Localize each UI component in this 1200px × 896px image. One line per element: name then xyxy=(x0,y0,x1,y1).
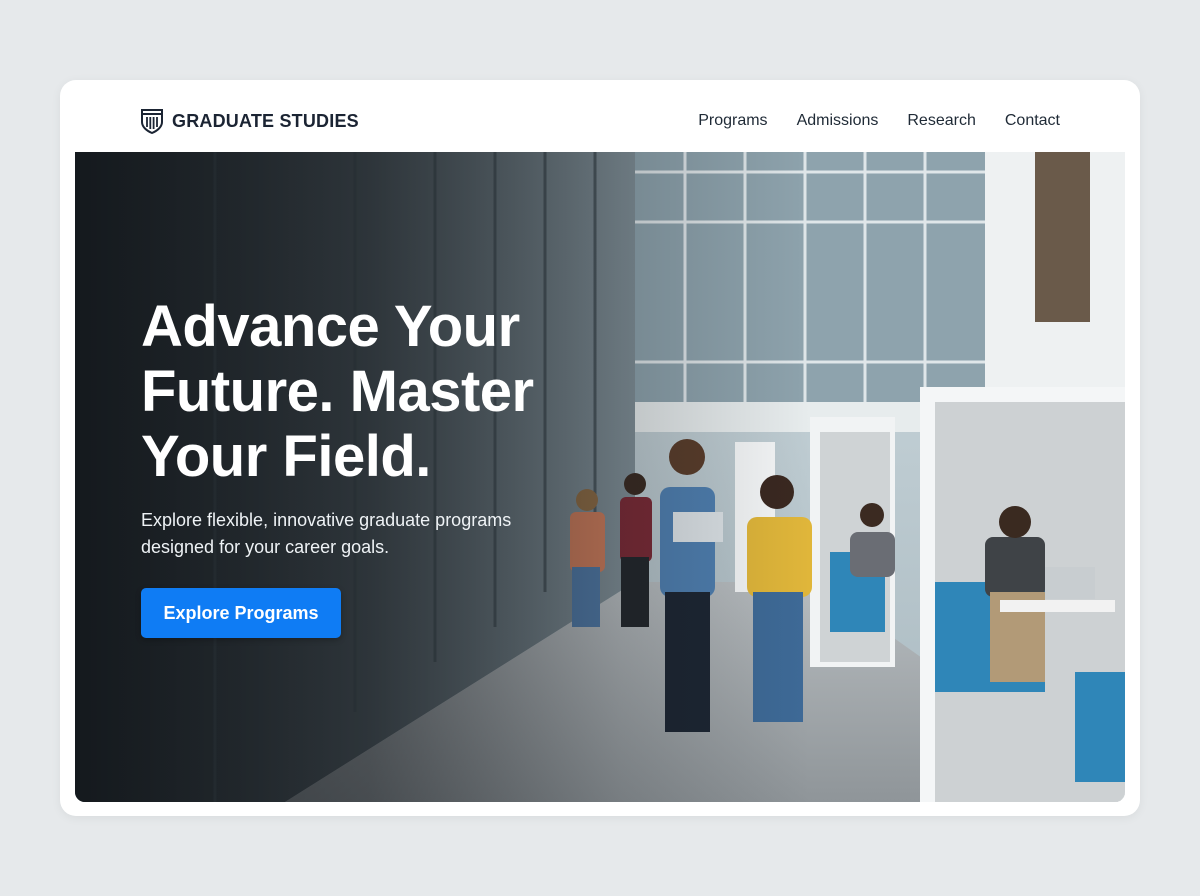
nav-item-admissions[interactable]: Admissions xyxy=(797,112,879,130)
brand-name: GRADUATE STUDIES xyxy=(172,110,359,131)
page-card: GRADUATE STUDIES Programs Admissions Res… xyxy=(60,80,1140,816)
main-nav: Programs Admissions Research Contact xyxy=(698,112,1060,130)
explore-programs-button[interactable]: Explore Programs xyxy=(141,588,341,638)
university-shield-icon xyxy=(140,108,164,135)
header: GRADUATE STUDIES Programs Admissions Res… xyxy=(60,80,1140,152)
nav-item-research[interactable]: Research xyxy=(907,112,975,130)
hero-section: Advance Your Future. Master Your Field. … xyxy=(75,152,1125,802)
hero-subtext: Explore flexible, innovative graduate pr… xyxy=(141,510,512,557)
nav-item-contact[interactable]: Contact xyxy=(1005,112,1060,130)
hero-headline: Advance Your Future. Master Your Field. xyxy=(141,294,534,489)
brand[interactable]: GRADUATE STUDIES xyxy=(140,108,359,135)
nav-item-programs[interactable]: Programs xyxy=(698,112,767,130)
